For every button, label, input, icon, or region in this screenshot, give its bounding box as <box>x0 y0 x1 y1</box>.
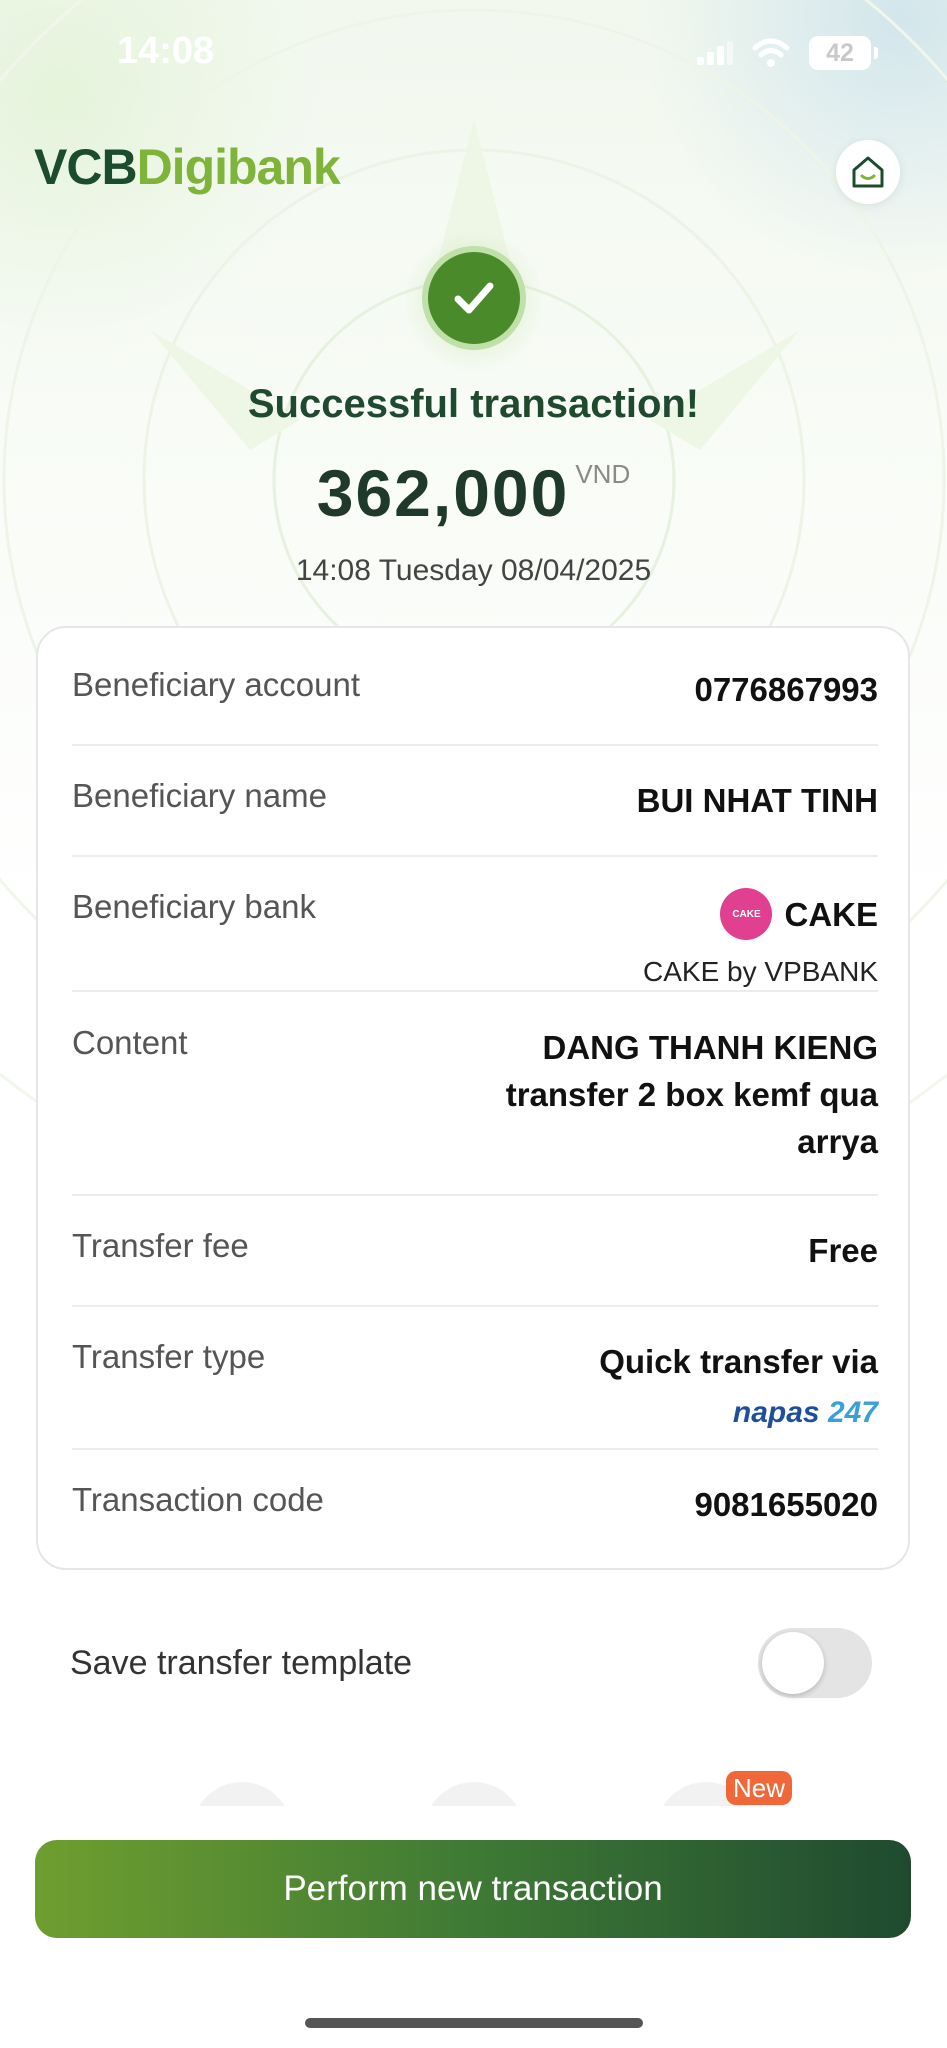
logo-digibank-text: Digibank <box>136 139 341 195</box>
status-icons: 42 <box>697 36 878 70</box>
perform-new-transaction-button[interactable]: Perform new transaction <box>35 1840 911 1938</box>
amount-row: 362,000 VND <box>0 455 947 531</box>
divider <box>72 1305 878 1307</box>
save-template-toggle[interactable] <box>758 1628 872 1698</box>
bank-full-name: CAKE by VPBANK <box>643 956 878 987</box>
content-line: DANG THANH KIENG <box>542 1029 879 1066</box>
detail-value: 9081655020 <box>694 1486 878 1523</box>
status-time: 14:08 <box>117 30 215 72</box>
content-line: transfer 2 box kemf qua <box>505 1076 878 1113</box>
wifi-icon <box>752 38 790 67</box>
save-template-label: Save transfer template <box>70 1644 413 1682</box>
logo-vcb-text: VCB <box>34 139 138 195</box>
bank-name-text: CAKE <box>784 895 878 933</box>
divider <box>72 744 878 746</box>
success-title: Successful transaction! <box>247 382 700 426</box>
transaction-datetime: 14:08 Tuesday 08/04/2025 <box>295 554 652 587</box>
home-indicator <box>305 2018 643 2028</box>
vcb-digibank-logo: VCBDigibank <box>34 138 341 196</box>
signal-icon <box>697 41 733 65</box>
detail-row-transfer-fee: Transfer fee Free <box>72 1227 878 1277</box>
cake-bank-logo: CAKE <box>720 888 773 940</box>
toggle-knob <box>762 1632 824 1694</box>
detail-value-content: DANG THANH KIENG transfer 2 box kemf qua… <box>506 1024 878 1165</box>
detail-value: BUI NHAT TINH <box>636 782 878 819</box>
detail-value: Free <box>808 1232 878 1269</box>
bank-name: CAKE CAKE <box>720 888 878 940</box>
detail-label: Transaction code <box>72 1481 324 1518</box>
detail-label: Transfer type <box>72 1338 266 1375</box>
divider <box>72 1194 878 1196</box>
transaction-details-card: Beneficiary account 0776867993 Beneficia… <box>36 626 910 1570</box>
napas247-logo: napas 247 <box>732 1396 878 1429</box>
detail-row-beneficiary-bank: Beneficiary bank CAKE CAKE CAKE by VPBAN… <box>72 888 878 998</box>
detail-row-transfer-type: Transfer type Quick transfer via napas 2… <box>72 1338 878 1448</box>
detail-label: Beneficiary bank <box>72 888 316 925</box>
battery-icon: 42 <box>809 36 878 70</box>
detail-value: Quick transfer via <box>599 1343 878 1380</box>
detail-label: Beneficiary account <box>72 666 360 703</box>
new-badge: New <box>726 1771 792 1805</box>
detail-label: Beneficiary name <box>72 777 327 814</box>
divider <box>72 990 878 992</box>
divider <box>72 855 878 857</box>
detail-label: Transfer fee <box>72 1227 249 1264</box>
home-button[interactable] <box>836 140 900 204</box>
detail-row-transaction-code: Transaction code 9081655020 <box>72 1481 878 1531</box>
detail-row-content: Content DANG THANH KIENG transfer 2 box … <box>72 1024 878 1174</box>
home-icon <box>852 156 884 188</box>
detail-row-beneficiary-name: Beneficiary name BUI NHAT TINH <box>72 777 878 827</box>
detail-row-beneficiary-account: Beneficiary account 0776867993 <box>72 666 878 716</box>
divider <box>72 1448 878 1450</box>
currency-label: VND <box>575 459 631 489</box>
success-check-icon <box>422 246 526 350</box>
content-line: arrya <box>797 1123 878 1160</box>
transfer-amount: 362,000 <box>316 456 570 530</box>
detail-label: Content <box>72 1024 188 1061</box>
detail-value: 0776867993 <box>694 671 878 708</box>
